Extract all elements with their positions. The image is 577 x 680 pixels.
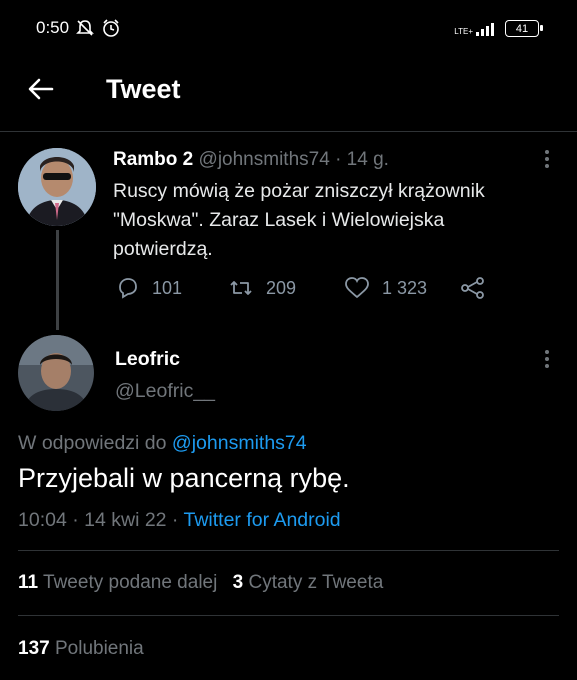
parent-display-name[interactable]: Rambo 2 <box>113 149 193 170</box>
header-divider <box>0 131 577 132</box>
retweet-button[interactable]: 209 <box>228 276 296 300</box>
tweet-source-link[interactable]: Twitter for Android <box>184 509 341 531</box>
parent-more-icon[interactable] <box>545 150 549 171</box>
retweets-stat[interactable]: 11 Tweety podane dalej <box>18 572 223 593</box>
avatar-rambo-image <box>18 148 96 226</box>
thread-line <box>56 230 59 330</box>
tweet-meta: 10:04 · 14 kwi 22 · Twitter for Android <box>18 509 341 532</box>
quotes-stat-label: Cytaty z Tweeta <box>248 572 384 593</box>
like-button[interactable]: 1 323 <box>344 276 427 300</box>
tweet-timestamp: 10:04 · 14 kwi 22 · <box>18 509 179 531</box>
parent-actions: 101 209 1 323 <box>116 276 516 300</box>
retweets-stat-count: 11 <box>18 572 39 593</box>
main-tweet-text: Przyjebali w pancerną rybę. <box>18 463 350 493</box>
battery-icon: 41 <box>505 20 543 37</box>
parent-tweet-text: Ruscy mówią że pożar zniszczył krążownik… <box>113 180 485 260</box>
reply-count: 101 <box>152 277 183 298</box>
share-button[interactable] <box>460 276 486 300</box>
parent-time: 14 g. <box>346 149 389 170</box>
main-handle[interactable]: @Leofric__ <box>115 380 215 403</box>
main-display-name[interactable]: Leofric <box>115 348 180 371</box>
likes-stat-count: 137 <box>18 638 50 659</box>
retweet-count: 209 <box>266 277 297 298</box>
status-bar-left: 0:50 <box>36 18 121 38</box>
share-icon <box>461 277 484 299</box>
avatar-rambo[interactable] <box>18 148 96 226</box>
parent-handle[interactable]: @johnsmiths74 <box>199 149 330 170</box>
reply-context: W odpowiedzi do @johnsmiths74 <box>18 432 307 455</box>
notifications-off-icon <box>76 20 95 36</box>
stats-divider <box>18 615 559 616</box>
meta-divider <box>18 550 559 551</box>
status-bar-right: LTE+ 41 <box>454 20 543 37</box>
quotes-stat[interactable]: 3 Cytaty z Tweeta <box>233 572 384 593</box>
parent-separator: · <box>335 149 342 170</box>
quotes-stat-count: 3 <box>232 572 244 593</box>
reply-context-label: W odpowiedzi do <box>18 432 167 454</box>
signal-icon <box>476 22 494 36</box>
back-arrow-icon[interactable] <box>26 74 56 104</box>
main-more-icon[interactable] <box>545 350 549 371</box>
retweets-stat-label: Tweety podane dalej <box>43 572 218 593</box>
battery-level: 41 <box>515 22 529 35</box>
reply-icon <box>119 278 137 299</box>
retweet-icon <box>230 281 252 295</box>
heart-icon <box>345 277 369 299</box>
alarm-icon <box>103 19 119 37</box>
reply-button[interactable]: 101 <box>116 276 182 300</box>
like-count: 1 323 <box>382 277 428 298</box>
reply-to-link[interactable]: @johnsmiths74 <box>172 432 307 454</box>
avatar-leofric[interactable] <box>18 335 94 411</box>
parent-tweet-header: Rambo 2 @johnsmiths74 · 14 g. <box>113 149 389 171</box>
likes-stat-label: Polubienia <box>54 638 144 659</box>
network-type: LTE+ <box>454 26 473 36</box>
engagement-stats: 11 Tweety podane dalej 3 Cytaty z Tweeta <box>18 572 383 594</box>
avatar-leofric-image <box>18 335 94 411</box>
page-title: Tweet <box>106 74 181 104</box>
status-time: 0:50 <box>36 18 70 37</box>
likes-stat[interactable]: 137 Polubienia <box>18 638 144 660</box>
